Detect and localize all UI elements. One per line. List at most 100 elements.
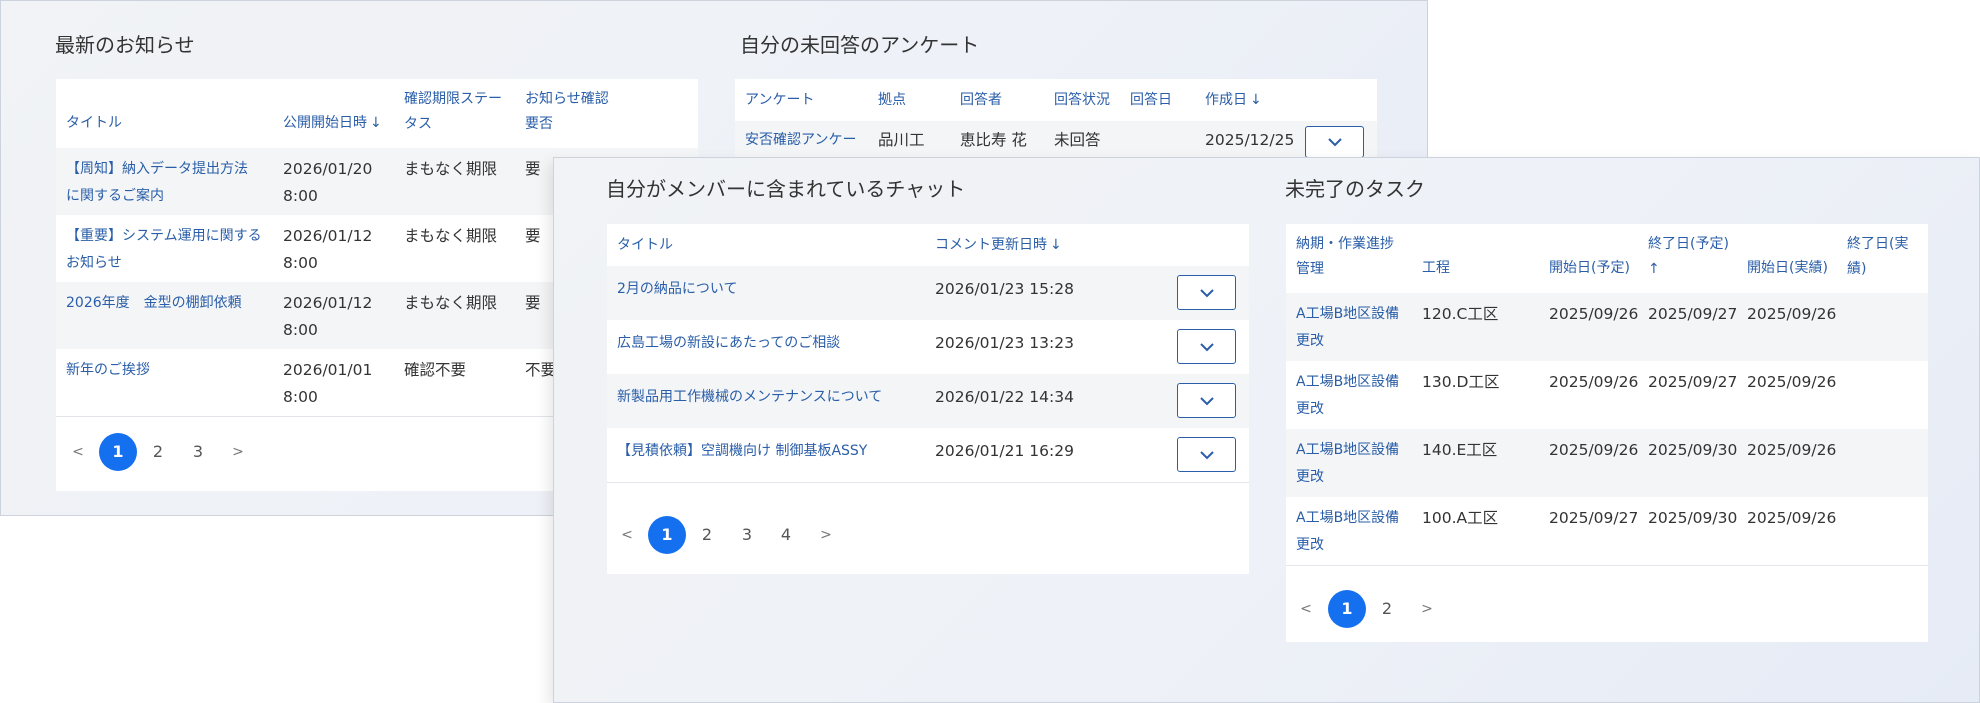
chat-expand-button[interactable] — [1177, 437, 1236, 472]
tasks-row[interactable]: A工場B地区設備 更改 100.A工区 2025/09/27 2025/09/30… — [1286, 497, 1928, 565]
tasks-section-title: 未完了のタスク — [1285, 177, 1425, 201]
tasks-row-start-actual: 2025/09/26 — [1747, 441, 1837, 459]
pager-page-3[interactable]: 3 — [178, 432, 218, 472]
survey-row-respondent: 恵比寿 花 — [960, 131, 1027, 149]
pager-page-1[interactable]: 1 — [648, 516, 686, 554]
tasks-col-end-actual[interactable]: 終了日(実 績) — [1847, 232, 1908, 282]
pager-page-2[interactable]: 2 — [1367, 589, 1407, 629]
tasks-row-name[interactable]: A工場B地区設備 更改 — [1296, 505, 1399, 559]
pager-page-4[interactable]: 4 — [766, 515, 806, 555]
chat-table-divider — [607, 482, 1249, 483]
chat-section-title: 自分がメンバーに含まれているチャット — [606, 177, 966, 201]
chat-row-title[interactable]: 2月の納品について — [617, 276, 738, 303]
news-table-header: タイトル 公開開始日時 ↓ 確認期限ステー タス お知らせ確認 要否 — [56, 79, 698, 148]
tasks-row-start-actual: 2025/09/26 — [1747, 509, 1837, 527]
survey-col-respondent[interactable]: 回答者 — [960, 88, 1002, 113]
news-row-required: 要 — [525, 294, 541, 312]
news-col-required[interactable]: お知らせ確認 要否 — [525, 87, 609, 137]
chat-col-title[interactable]: タイトル — [617, 233, 673, 258]
news-row-date: 2026/01/12 8:00 — [283, 227, 373, 272]
pager-next-button[interactable]: > — [218, 432, 258, 472]
survey-col-survey[interactable]: アンケート — [745, 88, 814, 113]
chat-row-title[interactable]: 新製品用工作機械のメンテナンスについて — [617, 384, 882, 411]
tasks-col-end-plan[interactable]: 終了日(予定) ↑ — [1648, 232, 1729, 282]
chat-row[interactable]: 2月の納品について 2026/01/23 15:28 — [607, 266, 1249, 320]
survey-col-created[interactable]: 作成日 ↓ — [1205, 88, 1262, 113]
news-row-title[interactable]: 【重要】システム運用に関する お知らせ — [66, 223, 262, 277]
tasks-row-name[interactable]: A工場B地区設備 更改 — [1296, 369, 1399, 423]
chat-expand-button[interactable] — [1177, 329, 1236, 364]
survey-row-site: 品川工 — [878, 131, 925, 149]
tasks-row-start-actual: 2025/09/26 — [1747, 305, 1837, 323]
survey-col-site[interactable]: 拠点 — [878, 88, 906, 113]
pager-next-button[interactable]: > — [1407, 589, 1447, 629]
tasks-row[interactable]: A工場B地区設備 更改 130.D工区 2025/09/26 2025/09/27… — [1286, 361, 1928, 429]
survey-expand-button[interactable] — [1305, 126, 1364, 158]
pager-page-1[interactable]: 1 — [1328, 590, 1366, 628]
news-row-date: 2026/01/12 8:00 — [283, 294, 373, 339]
pager-prev-button[interactable]: < — [58, 432, 98, 472]
news-col-title[interactable]: タイトル — [66, 111, 122, 136]
tasks-row-process: 100.A工区 — [1422, 509, 1499, 527]
tasks-col-process[interactable]: 工程 — [1422, 256, 1450, 281]
news-col-deadline[interactable]: 確認期限ステー タス — [404, 87, 502, 137]
chat-expand-button[interactable] — [1177, 275, 1236, 310]
news-row-deadline: まもなく期限 — [404, 294, 498, 312]
chat-row-updated: 2026/01/23 13:23 — [935, 334, 1074, 352]
news-pagination: < 1 2 3 > — [56, 432, 356, 472]
chat-row[interactable]: 広島工場の新設にあたってのご相談 2026/01/23 13:23 — [607, 320, 1249, 374]
survey-col-answer-date[interactable]: 回答日 — [1130, 88, 1172, 113]
tasks-row-end-plan: 2025/09/30 — [1648, 509, 1738, 527]
tasks-row[interactable]: A工場B地区設備 更改 140.E工区 2025/09/26 2025/09/30… — [1286, 429, 1928, 497]
tasks-table-header: 納期・作業進捗 管理 工程 開始日(予定) 終了日(予定) ↑ 開始日(実績) 終了… — [1286, 224, 1928, 293]
survey-row-name[interactable]: 安否確認アンケー — [745, 127, 856, 154]
news-row-deadline: 確認不要 — [404, 361, 467, 379]
tasks-row-process: 120.C工区 — [1422, 305, 1499, 323]
survey-row-status: 未回答 — [1054, 131, 1101, 149]
chat-row-title[interactable]: 【見積依頼】空調機向け 制御基板ASSY — [617, 438, 867, 465]
chevron-down-icon — [1199, 450, 1214, 459]
tasks-row-start-plan: 2025/09/26 — [1549, 441, 1639, 459]
pager-prev-button[interactable]: < — [1286, 589, 1326, 629]
chat-row[interactable]: 【見積依頼】空調機向け 制御基板ASSY 2026/01/21 16:29 — [607, 428, 1249, 482]
survey-row[interactable]: 安否確認アンケー 品川工 恵比寿 花 未回答 2025/12/25 — [735, 121, 1377, 161]
pager-page-2[interactable]: 2 — [138, 432, 178, 472]
tasks-row-start-plan: 2025/09/26 — [1549, 373, 1639, 391]
tasks-row[interactable]: A工場B地区設備 更改 120.C工区 2025/09/26 2025/09/27… — [1286, 293, 1928, 361]
chevron-down-icon — [1327, 138, 1342, 147]
pager-next-button[interactable]: > — [806, 515, 846, 555]
pager-page-2[interactable]: 2 — [687, 515, 727, 555]
news-row-deadline: まもなく期限 — [404, 227, 498, 245]
chat-card: タイトル コメント更新日時 ↓ 2月の納品について 2026/01/23 15:2… — [607, 224, 1249, 574]
tasks-row-start-actual: 2025/09/26 — [1747, 373, 1837, 391]
news-row-title[interactable]: 新年のご挨拶 — [66, 357, 150, 384]
chat-row-updated: 2026/01/21 16:29 — [935, 442, 1074, 460]
news-row-date: 2026/01/20 8:00 — [283, 160, 373, 205]
chat-pagination: < 1 2 3 4 > — [607, 515, 907, 555]
survey-card: アンケート 拠点 回答者 回答状況 回答日 作成日 ↓ 安否確認アンケー 品川工 … — [735, 79, 1377, 161]
tasks-col-start-plan[interactable]: 開始日(予定) — [1549, 256, 1630, 281]
dashboard-front-screen: 自分がメンバーに含まれているチャット タイトル コメント更新日時 ↓ 2月の納品に… — [553, 157, 1980, 703]
tasks-col-start-actual[interactable]: 開始日(実績) — [1747, 256, 1828, 281]
survey-col-status[interactable]: 回答状況 — [1054, 88, 1110, 113]
tasks-card: 納期・作業進捗 管理 工程 開始日(予定) 終了日(予定) ↑ 開始日(実績) 終了… — [1286, 224, 1928, 642]
chat-row-title[interactable]: 広島工場の新設にあたってのご相談 — [617, 330, 840, 357]
arrow-down-icon: ↓ — [370, 115, 382, 131]
chat-row[interactable]: 新製品用工作機械のメンテナンスについて 2026/01/22 14:34 — [607, 374, 1249, 428]
news-row-title[interactable]: 2026年度 金型の棚卸依頼 — [66, 290, 242, 317]
pager-page-1[interactable]: 1 — [99, 433, 137, 471]
tasks-col-progress[interactable]: 納期・作業進捗 管理 — [1296, 232, 1394, 282]
pager-page-3[interactable]: 3 — [727, 515, 767, 555]
tasks-row-name[interactable]: A工場B地区設備 更改 — [1296, 301, 1399, 355]
survey-section-title: 自分の未回答のアンケート — [740, 33, 980, 57]
chat-row-updated: 2026/01/22 14:34 — [935, 388, 1074, 406]
news-row-title[interactable]: 【周知】納入データ提出方法 に関するご案内 — [66, 156, 248, 210]
pager-prev-button[interactable]: < — [607, 515, 647, 555]
chevron-down-icon — [1199, 288, 1214, 297]
tasks-row-process: 140.E工区 — [1422, 441, 1498, 459]
news-row-date: 2026/01/01 8:00 — [283, 361, 373, 406]
news-col-date[interactable]: 公開開始日時 ↓ — [283, 111, 382, 136]
chat-expand-button[interactable] — [1177, 383, 1236, 418]
tasks-row-name[interactable]: A工場B地区設備 更改 — [1296, 437, 1399, 491]
chat-col-updated[interactable]: コメント更新日時 ↓ — [935, 233, 1062, 258]
